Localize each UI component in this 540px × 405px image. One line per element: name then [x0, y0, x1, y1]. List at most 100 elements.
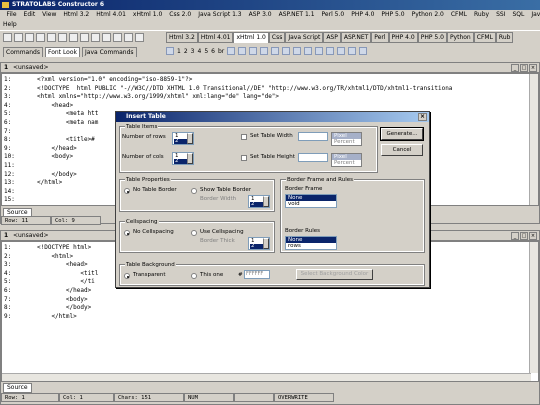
menu-item-15[interactable]: Ruby — [471, 10, 493, 20]
code-line[interactable]: </body> — [37, 304, 538, 313]
find-icon[interactable] — [102, 33, 111, 42]
minimize-icon[interactable]: _ — [511, 232, 519, 240]
rows-spinner[interactable]: 1 2 — [172, 132, 194, 145]
lang-tab-6[interactable]: ASP.NET — [340, 32, 372, 43]
maximize-icon[interactable]: □ — [520, 232, 528, 240]
menu-item-0[interactable]: File — [3, 10, 20, 20]
color-icon[interactable] — [326, 47, 335, 55]
italic-icon[interactable] — [293, 47, 302, 55]
list-icon[interactable] — [271, 47, 280, 55]
frame-option-void[interactable]: void — [286, 201, 336, 207]
paste-icon[interactable] — [69, 33, 78, 42]
show-border-radio[interactable] — [191, 188, 197, 194]
code-line[interactable]: <!DOCTYPE html PUBLIC "-//W3C//DTD XHTML… — [37, 85, 538, 94]
doc2-vscroll[interactable] — [529, 242, 538, 373]
tab-commands[interactable]: Commands — [3, 47, 43, 57]
width-units-list[interactable]: Pixel Percent — [331, 132, 362, 146]
tag-icon[interactable] — [166, 47, 174, 55]
open-file-icon[interactable] — [14, 33, 23, 42]
doc2-source-tab[interactable]: Source — [3, 383, 32, 393]
lang-tab-3[interactable]: Css — [268, 32, 286, 43]
align-icon[interactable] — [315, 47, 324, 55]
underline-icon[interactable] — [304, 47, 313, 55]
anchor-icon[interactable] — [348, 47, 357, 55]
code-line[interactable]: <html xmlns="http://www.w3.org/1999/xhtm… — [37, 93, 538, 102]
new-file-icon[interactable] — [3, 33, 12, 42]
lang-tab-0[interactable]: Html 3.2 — [166, 32, 198, 43]
menu-item-12[interactable]: PHP 5.0 — [378, 10, 408, 20]
height-units-list[interactable]: Pixel Percent — [331, 153, 362, 167]
close-icon[interactable]: × — [529, 64, 537, 72]
code-line[interactable]: </html> — [37, 313, 538, 322]
code-line[interactable]: <body> — [37, 296, 538, 305]
lang-tab-2[interactable]: xHtml 1.0 — [233, 32, 269, 43]
bold-icon[interactable] — [282, 47, 291, 55]
tab-java-commands[interactable]: Java Commands — [82, 47, 137, 57]
menu-item-16[interactable]: SSI — [493, 10, 509, 20]
use-cellspacing-radio[interactable] — [191, 230, 197, 236]
rules-option-rows[interactable]: rows — [286, 243, 336, 249]
menu-item-13[interactable]: Python 2.0 — [408, 10, 447, 20]
image-icon[interactable] — [238, 47, 247, 55]
heading-4-button[interactable]: 4 — [197, 48, 201, 55]
border-thick-spinner[interactable]: 1 2 — [248, 237, 270, 250]
heading-3-button[interactable]: 3 — [191, 48, 195, 55]
width-input[interactable] — [298, 132, 328, 141]
menu-item-9[interactable]: ASP.NET 1.1 — [275, 10, 318, 20]
units-percent[interactable]: Percent — [332, 139, 361, 145]
spin-arrows-icon[interactable] — [187, 153, 193, 164]
menu-item-10[interactable]: Perl 5.0 — [318, 10, 348, 20]
menu-item-1[interactable]: Edit — [20, 10, 39, 20]
menu-item-6[interactable]: Css 2.0 — [166, 10, 195, 20]
height-input[interactable] — [298, 153, 328, 162]
code-line[interactable]: <head> — [37, 102, 538, 111]
lang-tab-12[interactable]: Rub — [495, 32, 514, 43]
border-frame-list[interactable]: None void — [285, 194, 337, 208]
units-percent[interactable]: Percent — [332, 160, 361, 166]
lang-tab-1[interactable]: Html 4.01 — [197, 32, 234, 43]
close-icon[interactable]: × — [529, 232, 537, 240]
redo-icon[interactable] — [91, 33, 100, 42]
heading-1-button[interactable]: 1 — [177, 48, 181, 55]
replace-icon[interactable] — [113, 33, 122, 42]
lang-tab-11[interactable]: CFML — [473, 32, 496, 43]
cancel-button[interactable]: Cancel — [381, 144, 423, 156]
help-icon[interactable] — [135, 33, 144, 42]
spin-arrows-icon[interactable] — [263, 238, 269, 249]
heading-6-button[interactable]: 6 — [211, 48, 215, 55]
doc2-hscroll[interactable] — [2, 373, 531, 381]
doc1-vscroll[interactable] — [529, 74, 538, 205]
menu-item-11[interactable]: PHP 4.0 — [348, 10, 378, 20]
heading-5-button[interactable]: 5 — [204, 48, 208, 55]
table-icon[interactable] — [249, 47, 258, 55]
color-input[interactable]: FFFFFF — [244, 270, 270, 279]
copy-icon[interactable] — [58, 33, 67, 42]
code-line[interactable]: <?xml version="1.0" encoding="iso-8859-1… — [37, 76, 538, 85]
lang-tab-5[interactable]: ASP — [323, 32, 341, 43]
menu-item-18[interactable]: Java — [528, 10, 540, 20]
spin-arrows-icon[interactable] — [187, 133, 193, 144]
border-rules-list[interactable]: None rows — [285, 236, 337, 250]
cut-icon[interactable] — [47, 33, 56, 42]
tab-font-look[interactable]: Font Look — [44, 47, 80, 57]
lang-tab-7[interactable]: Perl — [371, 32, 389, 43]
menu-item-7[interactable]: Java Script 1.3 — [195, 10, 245, 20]
form-icon[interactable] — [260, 47, 269, 55]
no-border-radio[interactable] — [124, 188, 130, 194]
this-one-radio[interactable] — [191, 273, 197, 279]
cols-spinner[interactable]: 1 2 — [172, 152, 194, 165]
menu-help[interactable]: Help — [0, 20, 540, 30]
br-button[interactable]: br — [218, 48, 224, 55]
lang-tab-10[interactable]: Python — [446, 32, 474, 43]
link-icon[interactable] — [227, 47, 236, 55]
set-height-checkbox[interactable] — [241, 155, 247, 161]
menu-item-14[interactable]: CFML — [447, 10, 470, 20]
set-width-checkbox[interactable] — [241, 134, 247, 140]
border-width-spinner[interactable]: 1 2 — [248, 195, 270, 208]
print-icon[interactable] — [36, 33, 45, 42]
generate-button[interactable]: Generate... — [380, 127, 424, 141]
code-line[interactable]: </head> — [37, 287, 538, 296]
lang-tab-8[interactable]: PHP 4.0 — [388, 32, 418, 43]
menu-item-5[interactable]: xHtml 1.0 — [129, 10, 165, 20]
menu-item-8[interactable]: ASP 3.0 — [245, 10, 275, 20]
